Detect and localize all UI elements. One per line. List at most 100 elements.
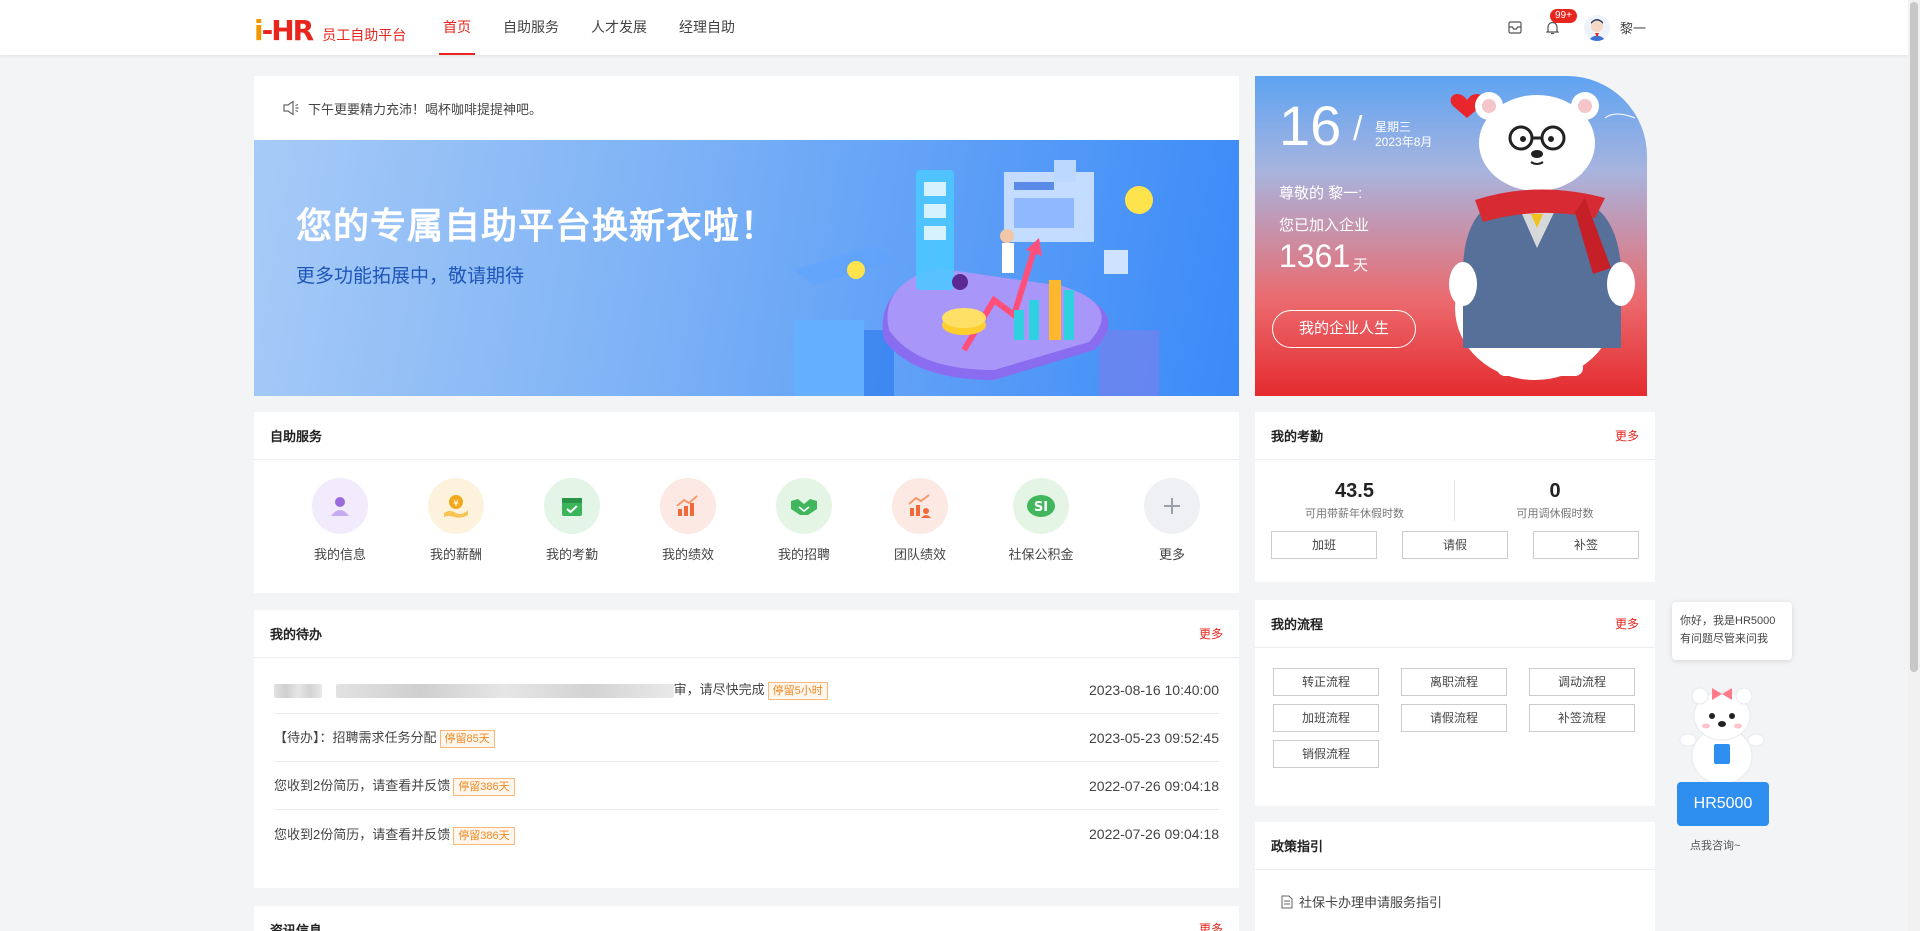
service-label: 更多	[1158, 547, 1185, 562]
banner-illustration	[794, 160, 1159, 396]
service-label: 我的招聘	[777, 547, 830, 562]
todo-time: 2022-07-26 09:04:18	[1089, 777, 1219, 794]
self-service-card: 自助服务 我的信息 ¥ 我的薪酬 我的考勤 我的绩效 我的招聘 团队绩效 SI …	[254, 412, 1239, 593]
transfer-process-button[interactable]: 调动流程	[1529, 668, 1635, 696]
annual-leave-stat: 43.5 可用带薪年休假时数	[1255, 480, 1455, 521]
comp-leave-stat: 0 可用调休假时数	[1455, 480, 1655, 521]
todo-time: 2023-08-16 10:40:00	[1089, 681, 1219, 698]
attendance-title: 我的考勤	[1271, 429, 1324, 444]
service-label: 我的信息	[313, 547, 366, 562]
ihr-logo-icon: i-HR	[254, 14, 314, 47]
notice-bar: 下午更要精力充沛！喝杯咖啡提提神吧。	[254, 76, 1239, 140]
policy-item[interactable]: 社保卡办理申请服务指引	[1255, 870, 1655, 911]
service-my-info[interactable]: 我的信息	[282, 478, 398, 563]
nav-manager-self-service[interactable]: 经理自助	[679, 0, 735, 55]
service-label: 我的考勤	[545, 547, 598, 562]
attendance-card: 我的考勤 更多 43.5 可用带薪年休假时数 0 可用调休假时数 加班 请假 补…	[1255, 412, 1655, 582]
bell-icon[interactable]: 99+	[1544, 8, 1577, 37]
policy-header: 政策指引	[1255, 822, 1655, 870]
service-label: 团队绩效	[893, 547, 946, 562]
service-my-performance[interactable]: 我的绩效	[630, 478, 746, 563]
attendance-more-link[interactable]: 更多	[1615, 427, 1639, 444]
stay-duration-tag: 停留85天	[439, 730, 495, 748]
welcome-greeting: 尊敬的 黎一:	[1279, 185, 1363, 202]
calendar-icon	[544, 478, 600, 534]
assistant-bubble: 你好，我是HR5000有问题尽管来问我	[1672, 602, 1792, 660]
banner-subtitle: 更多功能拓展中，敬请期待	[296, 266, 525, 287]
todo-text: 您收到2份简历，请查看并反馈	[274, 826, 451, 842]
resignation-process-button[interactable]: 离职流程	[1401, 668, 1507, 696]
leave-cancel-process-button[interactable]: 销假流程	[1273, 740, 1379, 768]
service-team-performance[interactable]: 团队绩效	[862, 478, 978, 563]
scrollbar-thumb[interactable]	[1910, 2, 1918, 672]
attendance-actions: 加班 请假 补签	[1255, 521, 1655, 559]
enterprise-life-button[interactable]: 我的企业人生	[1272, 310, 1416, 348]
leave-process-button[interactable]: 请假流程	[1401, 704, 1507, 732]
service-more[interactable]: 更多	[1114, 478, 1230, 563]
todo-more-link[interactable]: 更多	[1199, 625, 1223, 642]
service-my-attendance[interactable]: 我的考勤	[514, 478, 630, 563]
policy-item-text: 社保卡办理申请服务指引	[1299, 895, 1443, 910]
hr5000-button[interactable]: HR5000	[1677, 782, 1769, 826]
todo-time: 2023-05-23 09:52:45	[1089, 729, 1219, 746]
service-label: 我的绩效	[661, 547, 714, 562]
nav-home[interactable]: 首页	[439, 0, 475, 55]
page-scrollbar[interactable]	[1908, 0, 1920, 931]
todo-row[interactable]: 您收到2份简历，请查看并反馈 停留386天 2022-07-26 09:04:18	[274, 762, 1219, 810]
todo-item: 您收到2份简历，请查看并反馈 停留386天	[274, 775, 515, 796]
todo-row[interactable]: 您收到2份简历，请查看并反馈 停留386天 2022-07-26 09:04:18	[274, 810, 1219, 858]
service-my-recruitment[interactable]: 我的招聘	[746, 478, 862, 563]
service-my-salary[interactable]: ¥ 我的薪酬	[398, 478, 514, 563]
annual-leave-hours: 43.5	[1335, 480, 1374, 502]
logo[interactable]: i-HR 员工自助平台	[254, 14, 406, 47]
service-label: 社保公积金	[1008, 547, 1074, 562]
todo-text: 【待办】：招聘需求任务分配	[274, 730, 437, 745]
nav-self-service[interactable]: 自助服务	[503, 0, 559, 55]
promo-banner[interactable]: 您的专属自助平台换新衣啦！ 更多功能拓展中，敬请期待	[254, 140, 1239, 396]
stay-duration-tag: 停留386天	[453, 826, 515, 845]
welcome-slash: /	[1353, 110, 1363, 148]
news-more-link[interactable]: 更多	[1199, 920, 1223, 931]
handshake-icon	[776, 478, 832, 534]
welcome-month: 2023年8月	[1375, 135, 1433, 149]
service-social-security[interactable]: SI 社保公积金	[978, 478, 1104, 563]
plus-icon	[1144, 478, 1200, 534]
assistant-bear-icon	[1679, 687, 1765, 785]
self-service-header: 自助服务	[254, 412, 1239, 460]
process-title: 我的流程	[1271, 617, 1324, 632]
todo-row[interactable]: 【待办】：招聘需求任务分配 停留85天 2023-05-23 09:52:45	[274, 714, 1219, 762]
nav-talent-development[interactable]: 人才发展	[591, 0, 647, 55]
process-buttons: 转正流程 离职流程 调动流程 加班流程 请假流程 补签流程 销假流程	[1255, 648, 1655, 768]
service-label: 我的薪酬	[429, 547, 482, 562]
main-nav: 首页 自助服务 人才发展 经理自助	[439, 0, 767, 55]
comp-leave-hours: 0	[1549, 480, 1561, 502]
regularization-process-button[interactable]: 转正流程	[1273, 668, 1379, 696]
process-header: 我的流程 更多	[1255, 600, 1655, 648]
welcome-card: 16 / 星期三 2023年8月 尊敬的 黎一: 您已加入企业 1361 天 我…	[1255, 76, 1647, 396]
comp-leave-label: 可用调休假时数	[1516, 508, 1594, 520]
todo-row[interactable]: 审，请尽快完成 停留5小时 2023-08-16 10:40:00	[274, 666, 1219, 714]
process-more-link[interactable]: 更多	[1615, 615, 1639, 632]
resign-in-process-button[interactable]: 补签流程	[1529, 704, 1635, 732]
attendance-header: 我的考勤 更多	[1255, 412, 1655, 460]
document-icon	[1281, 895, 1293, 908]
consult-link[interactable]: 点我咨询~	[1690, 837, 1740, 853]
overtime-process-button[interactable]: 加班流程	[1273, 704, 1379, 732]
user-icon	[312, 478, 368, 534]
banner-title: 您的专属自助平台换新衣啦！	[296, 205, 778, 246]
performance-icon	[660, 478, 716, 534]
todo-time: 2022-07-26 09:04:18	[1089, 826, 1219, 842]
avatar[interactable]	[1583, 14, 1610, 41]
todo-list: 审，请尽快完成 停留5小时 2023-08-16 10:40:00 【待办】：招聘…	[254, 658, 1239, 858]
welcome-days-unit: 天	[1353, 257, 1369, 274]
resign-in-button[interactable]: 补签	[1533, 531, 1639, 559]
username[interactable]: 黎一	[1620, 18, 1646, 37]
bear-mascot-icon	[1449, 92, 1636, 380]
top-navbar: i-HR 员工自助平台 首页 自助服务 人才发展 经理自助 99+ 黎一	[0, 0, 1908, 55]
annual-leave-label: 可用带薪年休假时数	[1305, 508, 1404, 520]
leave-button[interactable]: 请假	[1402, 531, 1508, 559]
social-security-icon: SI	[1013, 478, 1069, 534]
mail-icon[interactable]	[1506, 19, 1524, 37]
welcome-date: 星期三 2023年8月	[1375, 120, 1432, 150]
overtime-button[interactable]: 加班	[1271, 531, 1377, 559]
